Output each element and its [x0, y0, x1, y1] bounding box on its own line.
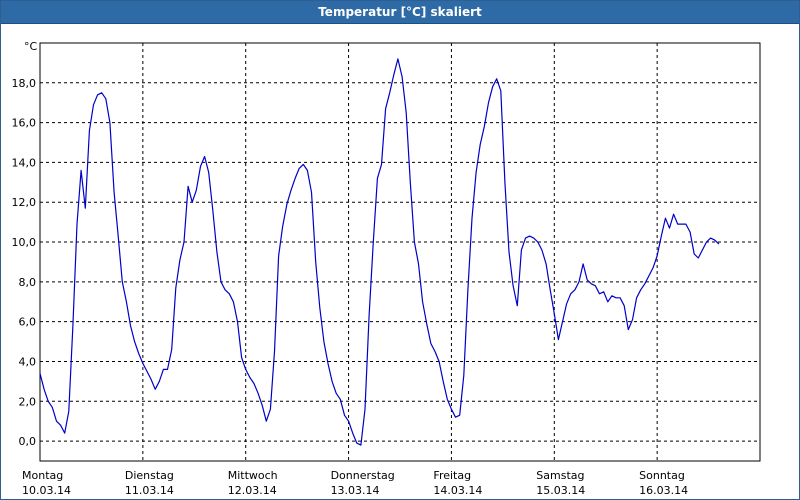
y-tick-label: 16,0 — [12, 117, 37, 130]
y-tick-label: 0,0 — [19, 435, 37, 448]
x-tick-date-label: 10.03.14 — [22, 484, 71, 497]
y-tick-label: 8,0 — [19, 276, 37, 289]
y-tick-label: 18,0 — [12, 77, 37, 90]
y-axis-unit-label: °C — [24, 40, 38, 53]
x-tick-date-label: 12.03.14 — [228, 484, 277, 497]
x-tick-day-label: Donnerstag — [331, 469, 395, 482]
plot-area — [39, 42, 761, 462]
x-tick-day-label: Dienstag — [125, 469, 174, 482]
x-tick-day-label: Montag — [22, 469, 63, 482]
x-axis: Montag 10.03.14 Dienstag 11.03.14 Mittwoch 12… — [22, 469, 688, 497]
y-tick-label: 14,0 — [12, 156, 37, 169]
grid-lines — [40, 43, 760, 461]
temperature-series-line — [39, 58, 720, 446]
x-tick-day-label: Mittwoch — [228, 469, 278, 482]
x-tick-date-label: 13.03.14 — [331, 484, 380, 497]
x-tick-day-label: Sonntag — [639, 469, 685, 482]
y-tick-label: 10,0 — [12, 236, 37, 249]
temperature-chart: 0,0 2,0 4,0 6,0 8,0 10,0 12,0 14,0 16,0 18,0 Mont… — [12, 40, 761, 497]
x-tick-day-label: Samstag — [536, 469, 584, 482]
x-tick-date-label: 15.03.14 — [536, 484, 585, 497]
y-tick-label: 4,0 — [19, 355, 37, 368]
x-tick-date-label: 11.03.14 — [125, 484, 174, 497]
y-tick-label: 2,0 — [19, 395, 37, 408]
x-tick-date-label: 14.03.14 — [433, 484, 482, 497]
x-tick-date-label: 16.03.14 — [639, 484, 688, 497]
x-tick-day-label: Freitag — [433, 469, 471, 482]
y-axis: 0,0 2,0 4,0 6,0 8,0 10,0 12,0 14,0 16,0 18,0 — [12, 77, 37, 448]
y-tick-label: 6,0 — [19, 316, 37, 329]
y-tick-label: 12,0 — [12, 196, 37, 209]
